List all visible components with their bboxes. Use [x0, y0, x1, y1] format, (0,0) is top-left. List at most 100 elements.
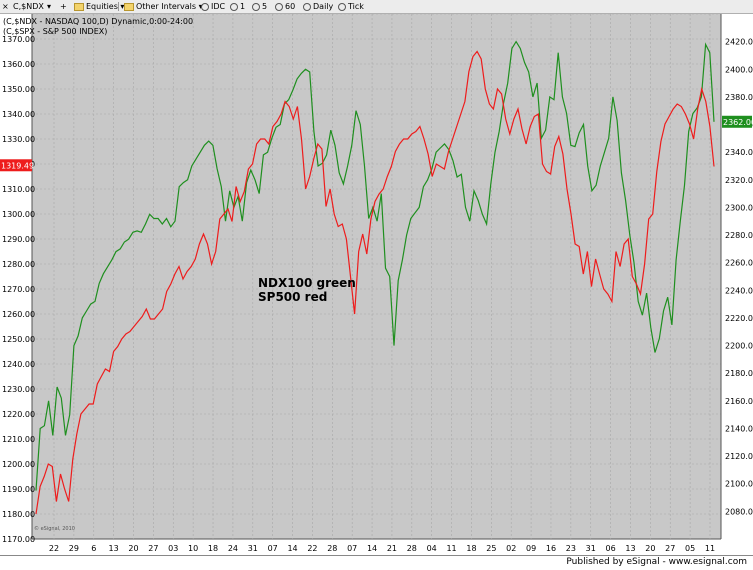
- x-day-label: 21: [387, 544, 397, 553]
- right-tick-label: 2240.00: [725, 286, 753, 295]
- chart[interactable]: 1170.00 1180.00 1190.00 1200.00 1210.00 1220.…: [0, 14, 753, 569]
- left-tick-label: 1210.00: [2, 435, 35, 444]
- x-day-label: 23: [566, 544, 576, 553]
- x-day-label: 07: [347, 544, 357, 553]
- x-day-label: 28: [407, 544, 417, 553]
- right-tick-label: 2260.00: [725, 259, 753, 268]
- x-day-label: 02: [506, 544, 516, 553]
- x-day-label: 27: [665, 544, 675, 553]
- symbol-field[interactable]: C,$NDX: [13, 0, 44, 13]
- interval-icon: [303, 2, 311, 11]
- annotation-line-1: NDX100 green: [258, 276, 356, 290]
- interval-icon: [252, 2, 260, 11]
- add-icon[interactable]: +: [60, 0, 67, 13]
- equities-label: Equities: [86, 2, 118, 11]
- right-tick-label: 2280.00: [725, 231, 753, 240]
- x-day-label: 29: [69, 544, 79, 553]
- interval-icon: [275, 2, 283, 11]
- left-tick-label: 1260.00: [2, 310, 35, 319]
- x-day-label: 13: [625, 544, 635, 553]
- interval-60-button[interactable]: 60: [275, 0, 295, 13]
- chart-header-ndx: (C,$NDX - NASDAQ 100,D) Dynamic,0:00-24:…: [3, 17, 194, 26]
- left-tick-label: 1200.00: [2, 460, 35, 469]
- x-day-label: 16: [546, 544, 556, 553]
- x-day-label: 14: [287, 544, 297, 553]
- left-tick-label: 1250.00: [2, 335, 35, 344]
- other-intervals-menu[interactable]: Other Intervals ▾: [124, 0, 203, 13]
- right-tick-label: 2320.00: [725, 176, 753, 185]
- last-value-spx: 1319.49: [0, 159, 34, 172]
- right-tick-label: 2080.00: [725, 507, 753, 516]
- right-tick-label: 2200.00: [725, 342, 753, 351]
- publisher-text: Published by eSignal - www.esignal.com: [566, 557, 747, 567]
- right-axis: 2080.00 2100.00 2120.00 2140.00 2160.00 2180.…: [725, 38, 753, 517]
- left-tick-label: 1300.00: [2, 210, 35, 219]
- footer: Published by eSignal - www.esignal.com: [0, 555, 753, 570]
- toolbar-divider: [118, 2, 119, 11]
- x-day-label: 27: [148, 544, 158, 553]
- last-value-ndx-text: 2362.00: [723, 118, 753, 127]
- x-day-label: 28: [327, 544, 337, 553]
- x-day-label: 20: [645, 544, 655, 553]
- close-icon[interactable]: ×: [2, 0, 9, 13]
- right-tick-label: 2180.00: [725, 369, 753, 378]
- x-day-label: 18: [466, 544, 476, 553]
- right-tick-label: 2160.00: [725, 397, 753, 406]
- left-tick-label: 1170.00: [2, 535, 35, 544]
- right-tick-label: 2340.00: [725, 148, 753, 157]
- interval-60-label: 60: [285, 2, 296, 11]
- tick-label: Tick: [348, 2, 364, 11]
- left-tick-label: 1190.00: [2, 485, 35, 494]
- right-tick-label: 2140.00: [725, 424, 753, 433]
- interval-icon: [201, 2, 209, 11]
- left-tick-label: 1310.00: [2, 185, 35, 194]
- x-day-label: 18: [208, 544, 218, 553]
- idc-label: IDC: [211, 2, 226, 11]
- left-tick-label: 1270.00: [2, 285, 35, 294]
- left-tick-label: 1180.00: [2, 510, 35, 519]
- annotation-line-2: SP500 red: [258, 290, 327, 304]
- interval-icon: [230, 2, 238, 11]
- interval-1-button[interactable]: 1: [230, 0, 245, 13]
- right-tick-label: 2100.00: [725, 480, 753, 489]
- x-day-label: 05: [685, 544, 695, 553]
- chart-header-spx: (C,$SPX - S&P 500 INDEX): [3, 27, 108, 36]
- interval-5-button[interactable]: 5: [252, 0, 267, 13]
- right-tick-label: 2400.00: [725, 65, 753, 74]
- folder-icon: [124, 2, 134, 11]
- left-tick-label: 1230.00: [2, 385, 35, 394]
- x-day-label: 22: [307, 544, 317, 553]
- x-day-label: 31: [248, 544, 258, 553]
- last-value-ndx: 2362.00: [722, 115, 753, 128]
- x-day-label: 6: [91, 544, 96, 553]
- equities-menu[interactable]: Equities ▾: [74, 0, 124, 13]
- toolbar: × C,$NDX ▾ + Equities ▾ Other Intervals …: [0, 0, 753, 14]
- right-tick-label: 2300.00: [725, 203, 753, 212]
- left-tick-label: 1240.00: [2, 360, 35, 369]
- x-day-label: 09: [526, 544, 536, 553]
- other-intervals-label: Other Intervals: [136, 2, 197, 11]
- x-day-label: 07: [268, 544, 278, 553]
- x-day-label: 03: [168, 544, 178, 553]
- x-day-label: 13: [109, 544, 119, 553]
- right-tick-label: 2220.00: [725, 314, 753, 323]
- x-day-label: 06: [606, 544, 616, 553]
- right-tick-label: 2420.00: [725, 38, 753, 47]
- x-day-label: 24: [228, 544, 238, 553]
- interval-1-label: 1: [240, 2, 246, 11]
- left-tick-label: 1290.00: [2, 235, 35, 244]
- daily-label: Daily: [313, 2, 334, 11]
- x-day-label: 10: [188, 544, 198, 553]
- x-day-label: 25: [486, 544, 496, 553]
- daily-button[interactable]: Daily: [303, 0, 333, 13]
- x-day-label: 22: [49, 544, 59, 553]
- x-day-label: 04: [427, 544, 437, 553]
- right-tick-label: 2120.00: [725, 452, 753, 461]
- last-value-spx-text: 1319.49: [1, 161, 34, 170]
- tick-button[interactable]: Tick: [338, 0, 364, 13]
- idc-button[interactable]: IDC: [201, 0, 225, 13]
- plot-area[interactable]: [32, 14, 721, 539]
- left-tick-label: 1330.00: [2, 135, 35, 144]
- dropdown-arrow-icon[interactable]: ▾: [47, 0, 51, 13]
- interval-5-label: 5: [262, 2, 268, 11]
